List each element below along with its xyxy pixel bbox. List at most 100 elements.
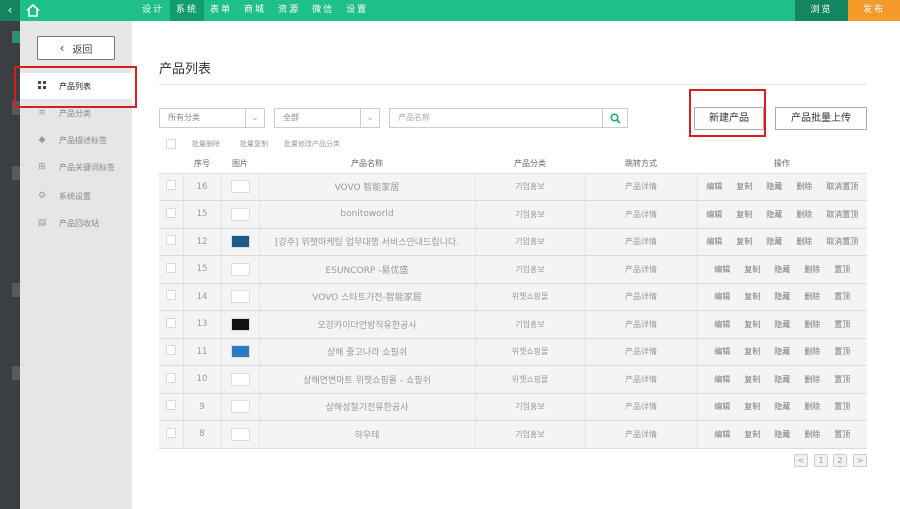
edit-link[interactable]: 编辑	[706, 236, 722, 247]
edit-link[interactable]: 编辑	[706, 181, 722, 192]
product-thumbnail	[230, 180, 250, 194]
pagination-page-2[interactable]: 2	[833, 454, 847, 467]
delete-link[interactable]: 删除	[804, 401, 820, 412]
nav-design[interactable]: 设计	[136, 0, 170, 21]
bulk-copy-link[interactable]: 批量复制	[240, 139, 268, 149]
hide-link[interactable]: 隐藏	[774, 291, 790, 302]
pagination-next[interactable]: >	[853, 454, 867, 467]
pagination-prev[interactable]: <	[794, 454, 808, 467]
table-row: 16 VOVO 智能家居 기업홍보 产品详情 编辑 复制 隐藏 删除 取消置顶	[159, 173, 867, 201]
pin-link[interactable]: 置顶	[834, 429, 850, 440]
delete-link[interactable]: 删除	[804, 429, 820, 440]
copy-link[interactable]: 复制	[744, 291, 760, 302]
row-actions: 编辑 复制 隐藏 删除 置顶	[697, 420, 867, 449]
hide-link[interactable]: 隐藏	[774, 374, 790, 385]
pin-link[interactable]: 取消置顶	[826, 209, 858, 220]
hide-link[interactable]: 隐藏	[774, 429, 790, 440]
hide-link[interactable]: 隐藏	[766, 236, 782, 247]
edit-link[interactable]: 编辑	[714, 291, 730, 302]
product-thumbnail	[230, 317, 250, 331]
sidebar-item-description-tags[interactable]: ◆ 产品描述标签	[20, 127, 132, 153]
hide-link[interactable]: 隐藏	[766, 181, 782, 192]
nav-form[interactable]: 表单	[204, 0, 238, 21]
category-select[interactable]: 所有分类 ⌄	[159, 108, 265, 128]
row-checkbox[interactable]	[159, 283, 184, 311]
hide-link[interactable]: 隐藏	[774, 346, 790, 357]
pin-link[interactable]: 置顶	[834, 319, 850, 330]
chevron-left-icon[interactable]: ‹	[0, 0, 20, 21]
copy-link[interactable]: 复制	[744, 401, 760, 412]
hide-link[interactable]: 隐藏	[774, 401, 790, 412]
hide-link[interactable]: 隐藏	[774, 264, 790, 275]
copy-link[interactable]: 复制	[744, 429, 760, 440]
nav-resources[interactable]: 资源	[272, 0, 306, 21]
nav-settings[interactable]: 设置	[340, 0, 374, 21]
hide-link[interactable]: 隐藏	[766, 209, 782, 220]
pin-link[interactable]: 置顶	[834, 374, 850, 385]
delete-link[interactable]: 删除	[804, 264, 820, 275]
pin-link[interactable]: 取消置顶	[826, 181, 858, 192]
copy-link[interactable]: 复制	[744, 319, 760, 330]
hide-link[interactable]: 隐藏	[774, 319, 790, 330]
pin-link[interactable]: 置顶	[834, 401, 850, 412]
row-name: 상해연변마트 위챗쇼핑몰 - 쇼핑쉬	[259, 365, 476, 394]
row-checkbox[interactable]	[159, 310, 184, 339]
delete-link[interactable]: 删除	[804, 319, 820, 330]
sidebar-item-recycle-bin[interactable]: ▤ 产品回收站	[20, 210, 132, 236]
delete-link[interactable]: 删除	[804, 291, 820, 302]
edit-link[interactable]: 编辑	[714, 401, 730, 412]
copy-link[interactable]: 复制	[736, 181, 752, 192]
copy-link[interactable]: 复制	[736, 236, 752, 247]
delete-link[interactable]: 删除	[796, 181, 812, 192]
sidebar-item-label: 产品描述标签	[59, 135, 107, 145]
row-checkbox[interactable]	[159, 338, 184, 366]
home-icon[interactable]	[20, 0, 46, 21]
delete-link[interactable]: 删除	[804, 346, 820, 357]
publish-button[interactable]: 发布	[848, 0, 900, 21]
status-select[interactable]: 全部 ⌄	[274, 108, 380, 128]
sidebar-item-system-settings[interactable]: ⚙ 系统设置	[20, 183, 132, 209]
preview-button[interactable]: 浏览	[795, 0, 848, 21]
back-button[interactable]: ‹ 返回	[37, 36, 115, 60]
edit-link[interactable]: 编辑	[714, 374, 730, 385]
edit-link[interactable]: 编辑	[714, 346, 730, 357]
row-checkbox[interactable]	[159, 365, 184, 394]
select-all-checkbox[interactable]	[166, 139, 176, 149]
edit-link[interactable]: 编辑	[714, 264, 730, 275]
search-input[interactable]: 产品名称	[398, 109, 430, 127]
nav-system[interactable]: 系统	[170, 0, 205, 21]
row-checkbox[interactable]	[159, 200, 184, 229]
copy-link[interactable]: 复制	[744, 374, 760, 385]
copy-link[interactable]: 复制	[736, 209, 752, 220]
search-button[interactable]	[602, 109, 627, 127]
row-category: 위챗쇼핑몰	[475, 365, 586, 394]
pin-link[interactable]: 置顶	[834, 264, 850, 275]
pin-link[interactable]: 置顶	[834, 346, 850, 357]
row-checkbox[interactable]	[159, 173, 184, 201]
sidebar-item-keyword-tags[interactable]: ⊞ 产品关键词标签	[20, 154, 132, 180]
row-checkbox[interactable]	[159, 393, 184, 421]
delete-link[interactable]: 删除	[796, 236, 812, 247]
row-checkbox[interactable]	[159, 228, 184, 256]
bulk-change-category-link[interactable]: 批量修改产品分类	[284, 139, 340, 149]
pin-link[interactable]: 取消置顶	[826, 236, 858, 247]
row-checkbox[interactable]	[159, 420, 184, 449]
row-name: VOVO 스타트가전-智能家居	[259, 283, 476, 311]
delete-link[interactable]: 删除	[796, 209, 812, 220]
nav-wechat[interactable]: 微信	[306, 0, 340, 21]
edit-link[interactable]: 编辑	[714, 429, 730, 440]
copy-link[interactable]: 复制	[744, 264, 760, 275]
row-name: 오강카이더언방직유한공사	[259, 310, 476, 339]
pin-link[interactable]: 置顶	[834, 291, 850, 302]
row-checkbox[interactable]	[159, 255, 184, 284]
pagination-page-1[interactable]: 1	[814, 454, 828, 467]
delete-link[interactable]: 删除	[804, 374, 820, 385]
edit-link[interactable]: 编辑	[706, 209, 722, 220]
bulk-upload-button[interactable]: 产品批量上传	[775, 107, 867, 130]
copy-link[interactable]: 复制	[744, 346, 760, 357]
bulk-delete-link[interactable]: 批量删除	[192, 139, 220, 149]
nav-mall[interactable]: 商城	[238, 0, 272, 21]
table-row: 8 하우테 기업홍보 产品详情 编辑 复制 隐藏 删除 置顶	[159, 420, 867, 449]
edit-link[interactable]: 编辑	[714, 319, 730, 330]
rail-marker	[12, 283, 20, 297]
